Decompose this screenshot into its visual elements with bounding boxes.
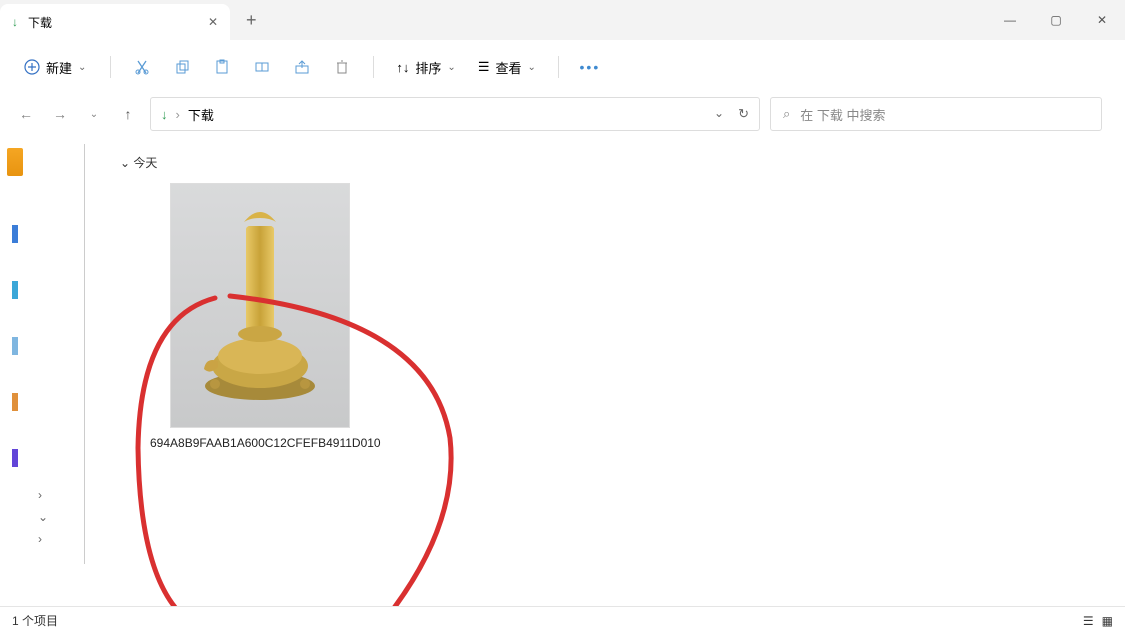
recent-dropdown[interactable]: ⌄ xyxy=(82,109,106,120)
search-box[interactable]: ⌕ 在 下载 中搜索 xyxy=(770,97,1102,131)
view-button[interactable]: ☰ 查看 ⌄ xyxy=(470,52,544,83)
delete-button[interactable] xyxy=(325,50,359,84)
file-name: 694A8B9FAAB1A600C12CFEFB4911D010 xyxy=(150,436,370,450)
view-icon: ☰ xyxy=(478,59,490,75)
toolbar: 新建 ⌄ ↑↓ 排序 ⌄ ☰ 查看 ⌄ ••• xyxy=(0,40,1125,94)
download-icon: ↓ xyxy=(12,15,18,29)
gutter-shortcut[interactable] xyxy=(12,281,18,299)
content-pane[interactable]: 今天 xyxy=(60,138,1125,606)
titlebar: ↓ 下载 ✕ + — ▢ ✕ xyxy=(0,0,1125,40)
chevron-down-icon[interactable]: ⌄ xyxy=(714,106,724,122)
minimize-button[interactable]: — xyxy=(987,0,1033,40)
nav-row: ← → ⌄ ↑ ↓ › 下载 ⌄ ↻ ⌕ 在 下载 中搜索 xyxy=(0,94,1125,138)
breadcrumb-path: 下载 xyxy=(188,105,214,124)
gutter-shortcut[interactable] xyxy=(12,449,18,467)
chevron-down-icon: ⌄ xyxy=(78,62,86,73)
gutter-shortcut[interactable] xyxy=(12,393,18,411)
close-icon[interactable]: ✕ xyxy=(208,15,218,29)
forward-button[interactable]: → xyxy=(48,106,72,122)
gutter-pinned[interactable] xyxy=(7,148,23,176)
copy-button[interactable] xyxy=(165,50,199,84)
thumbnail-view-button[interactable]: ▦ xyxy=(1102,614,1113,628)
view-label: 查看 xyxy=(495,58,521,77)
sort-icon: ↑↓ xyxy=(396,60,409,75)
left-nav: › ⌄ › xyxy=(30,138,60,606)
section-today[interactable]: 今天 xyxy=(80,148,1105,175)
chevron-down-icon: ⌄ xyxy=(527,62,535,73)
download-icon: ↓ xyxy=(161,107,168,122)
chevron-down-icon: ⌄ xyxy=(447,62,455,73)
file-item[interactable]: 694A8B9FAAB1A600C12CFEFB4911D010 xyxy=(150,175,370,450)
back-button[interactable]: ← xyxy=(14,106,38,122)
search-placeholder: 在 下载 中搜索 xyxy=(800,105,885,124)
breadcrumb-sep: › xyxy=(176,107,180,122)
window-controls: — ▢ ✕ xyxy=(987,0,1125,40)
gutter-shortcut[interactable] xyxy=(12,337,18,355)
close-button[interactable]: ✕ xyxy=(1079,0,1125,40)
expand-toggle-2[interactable]: › xyxy=(38,532,48,546)
sort-button[interactable]: ↑↓ 排序 ⌄ xyxy=(388,52,463,83)
statusbar: 1 个项目 ☰ ▦ xyxy=(0,606,1125,634)
status-count: 1 个项目 xyxy=(12,612,58,629)
up-button[interactable]: ↑ xyxy=(116,106,140,122)
more-button[interactable]: ••• xyxy=(573,50,607,84)
details-view-button[interactable]: ☰ xyxy=(1083,614,1094,628)
new-button[interactable]: 新建 ⌄ xyxy=(14,52,96,83)
rename-button[interactable] xyxy=(245,50,279,84)
file-thumbnail xyxy=(170,183,350,428)
share-button[interactable] xyxy=(285,50,319,84)
tab-title: 下载 xyxy=(28,14,52,31)
sort-label: 排序 xyxy=(415,58,441,77)
main-body: › ⌄ › 今天 xyxy=(0,138,1125,606)
address-bar[interactable]: ↓ › 下载 ⌄ ↻ xyxy=(150,97,760,131)
paste-button[interactable] xyxy=(205,50,239,84)
search-icon: ⌕ xyxy=(783,106,790,122)
maximize-button[interactable]: ▢ xyxy=(1033,0,1079,40)
cut-button[interactable] xyxy=(125,50,159,84)
left-gutter xyxy=(0,138,30,606)
new-button-label: 新建 xyxy=(46,58,72,77)
collapse-toggle[interactable]: ⌄ xyxy=(38,510,48,524)
gutter-shortcut[interactable] xyxy=(12,225,18,243)
new-tab-button[interactable]: + xyxy=(246,0,257,40)
expand-toggle[interactable]: › xyxy=(38,488,48,502)
active-tab[interactable]: ↓ 下载 ✕ xyxy=(0,4,230,40)
plus-circle-icon xyxy=(24,59,40,75)
refresh-button[interactable]: ↻ xyxy=(738,106,749,122)
